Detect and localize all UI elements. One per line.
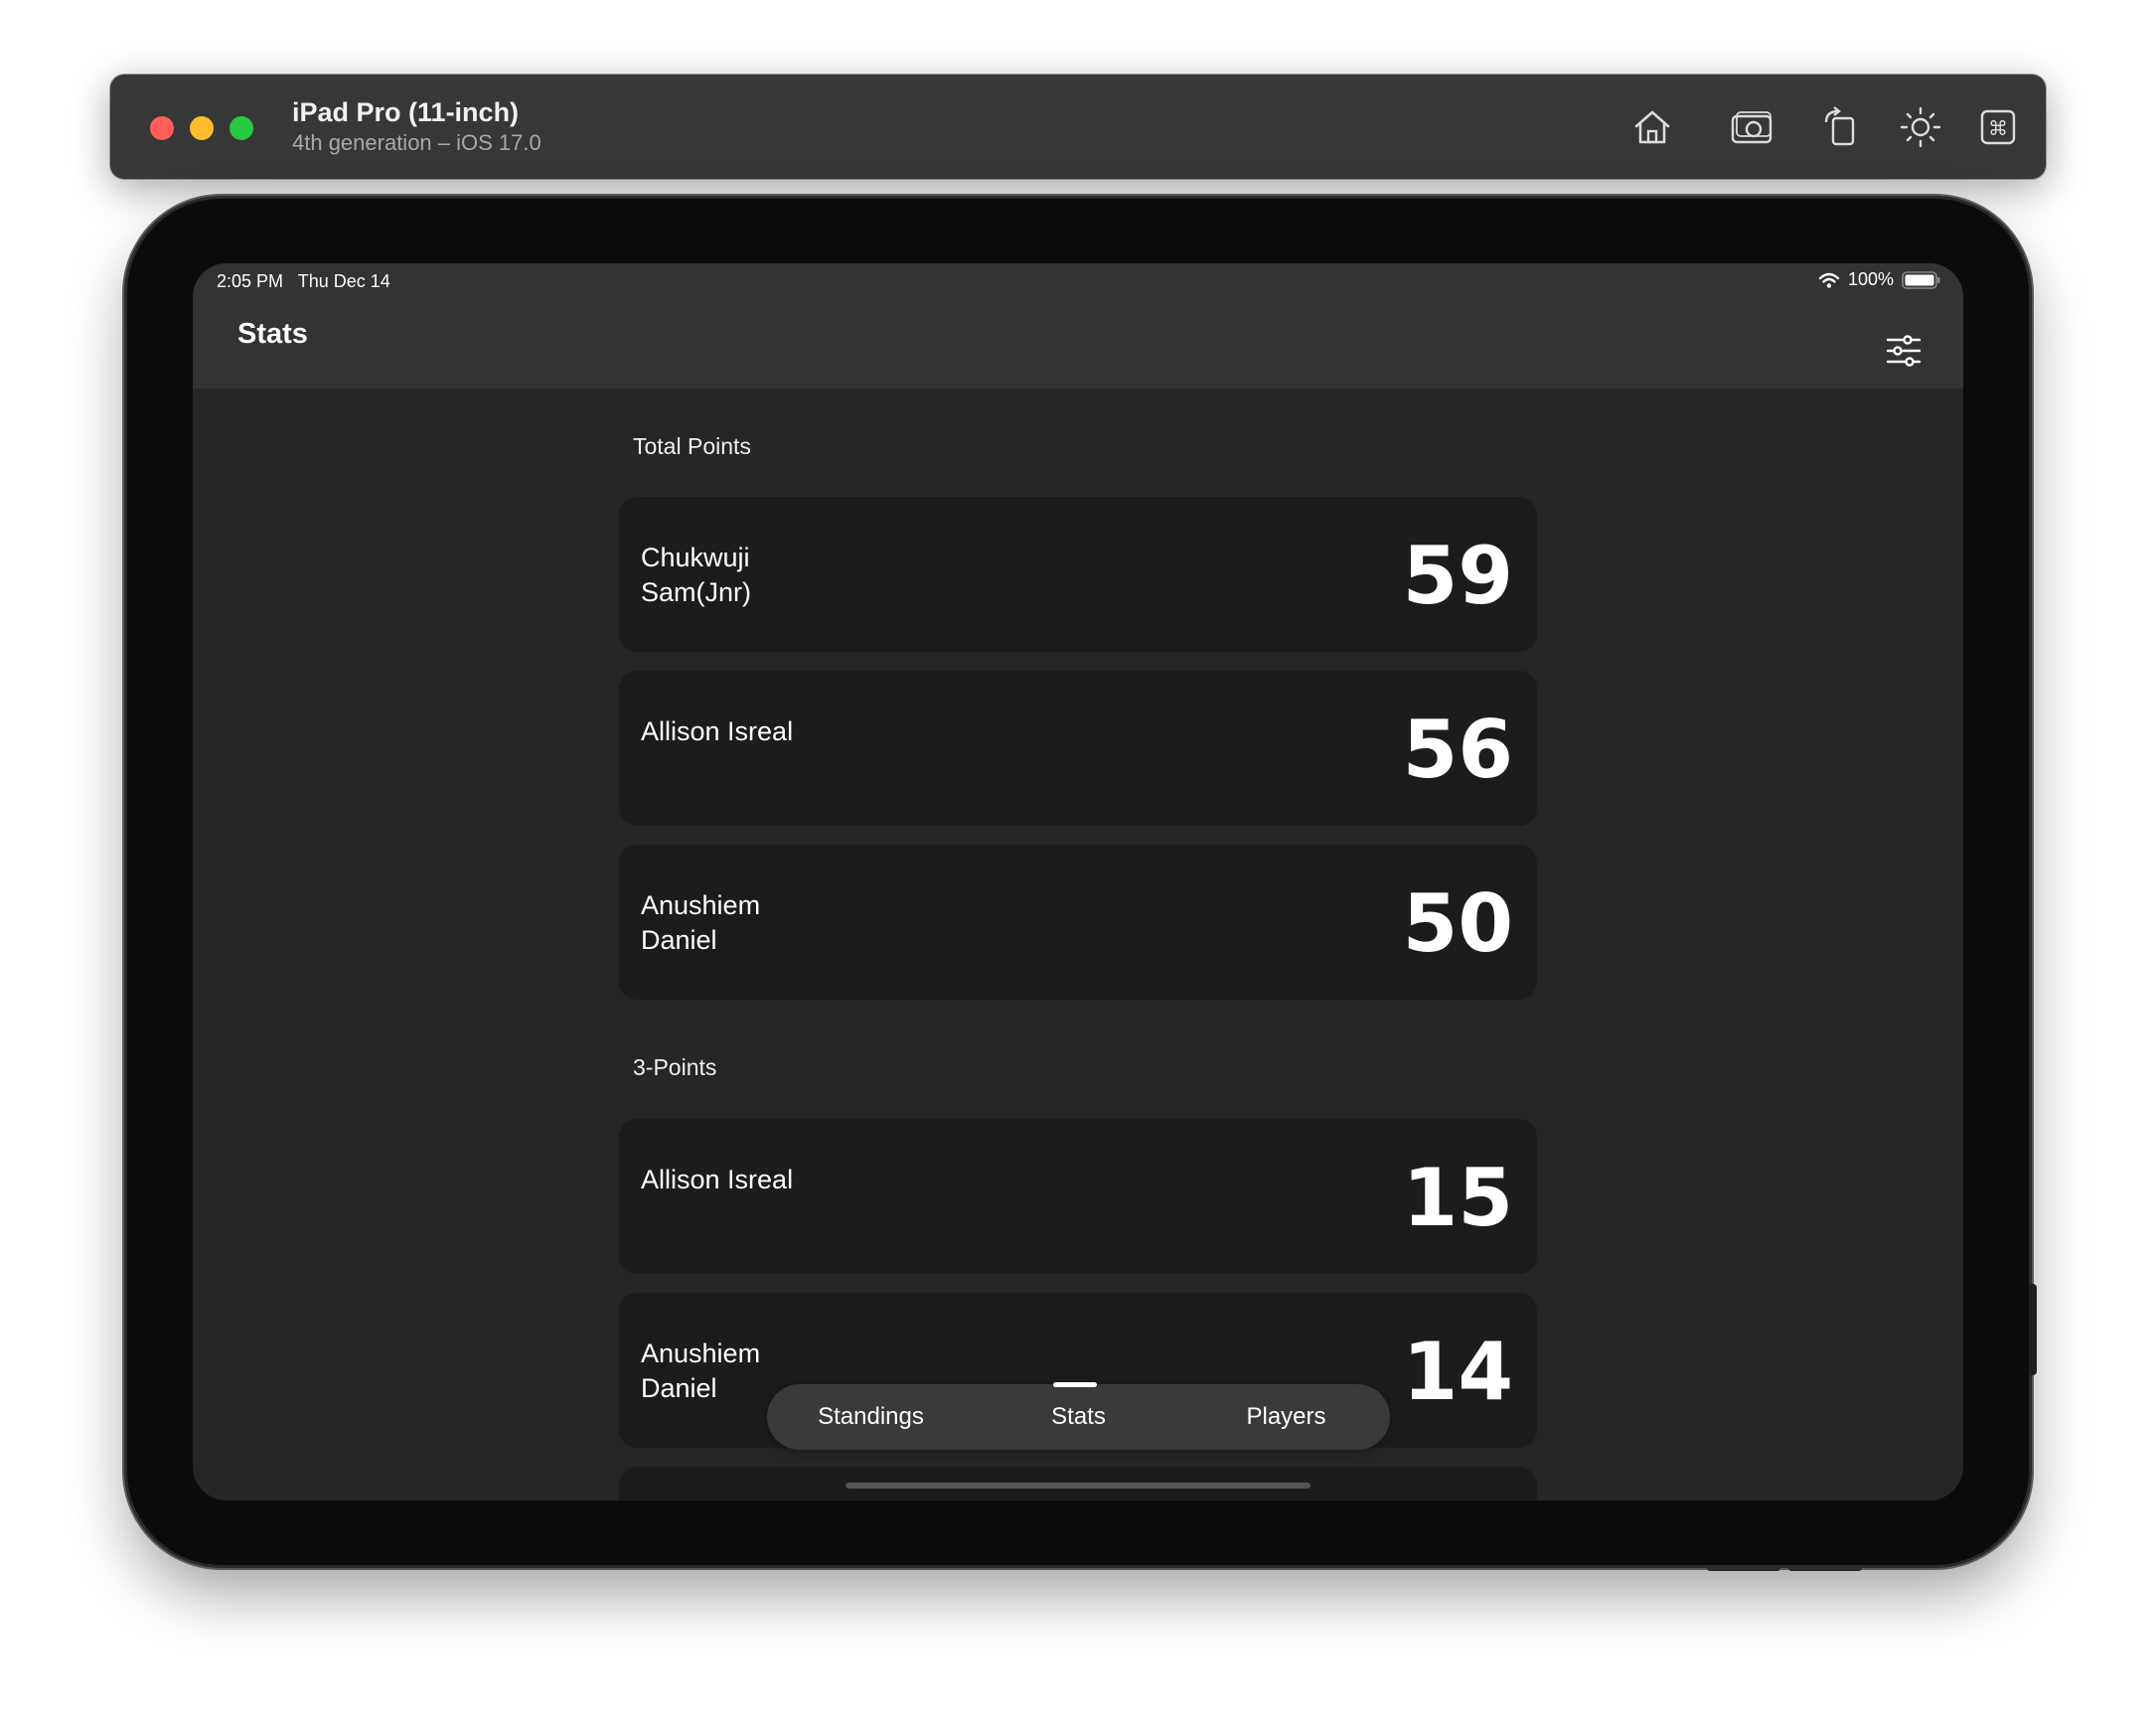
- tab-standings[interactable]: Standings: [767, 1384, 975, 1450]
- stat-value: 56: [1402, 704, 1513, 796]
- hardware-button-left: [1707, 1565, 1780, 1571]
- home-button[interactable]: [1627, 102, 1677, 152]
- battery-icon: [1902, 270, 1940, 289]
- screenshot-icon: [1731, 111, 1772, 144]
- section-title-total-points: Total Points: [633, 433, 751, 459]
- filter-button[interactable]: [1884, 331, 1924, 371]
- battery-percentage: 100%: [1847, 269, 1894, 289]
- player-name: Chukwuji Sam(Jnr): [641, 543, 752, 607]
- status-indicators: 100%: [1818, 269, 1941, 290]
- stat-value: 14: [1402, 1326, 1513, 1418]
- screenshot-button[interactable]: [1727, 102, 1776, 152]
- section-title-3-points: 3-Points: [633, 1054, 717, 1080]
- stat-card[interactable]: Allison Isreal 56: [619, 671, 1537, 826]
- stat-value: 15: [1402, 1152, 1513, 1244]
- player-name: Allison Isreal: [641, 1165, 794, 1194]
- stat-value: 50: [1402, 877, 1513, 970]
- stat-card[interactable]: Anushiem Daniel 50: [619, 845, 1537, 1000]
- page-title: Stats: [237, 318, 308, 350]
- appearance-icon: [1900, 106, 1941, 148]
- navigation-bar: Stats: [193, 301, 1963, 389]
- volume-button: [2029, 1284, 2037, 1375]
- sliders-icon: [1886, 335, 1922, 367]
- status-bar: 2:05 PM Thu Dec 14 100%: [193, 263, 1963, 301]
- device-subtitle: 4th generation – iOS 17.0: [292, 130, 541, 155]
- tab-bar: Standings Stats Players: [767, 1384, 1390, 1450]
- close-window-button[interactable]: [150, 116, 174, 140]
- svg-text:⌘: ⌘: [1988, 116, 2008, 140]
- command-button[interactable]: ⌘: [1973, 102, 2023, 152]
- player-name: Anushiem Daniel: [641, 890, 761, 955]
- stat-value: 59: [1402, 530, 1513, 622]
- selected-tab-indicator: [1053, 1382, 1097, 1387]
- tab-stats[interactable]: Stats: [975, 1384, 1182, 1450]
- appearance-button[interactable]: [1896, 102, 1945, 152]
- status-time-date: 2:05 PM Thu Dec 14: [217, 271, 390, 291]
- stat-card[interactable]: Chukwuji Sam(Jnr) 59: [619, 497, 1537, 652]
- minimize-window-button[interactable]: [190, 116, 214, 140]
- home-indicator[interactable]: [846, 1483, 1310, 1489]
- home-icon: [1634, 110, 1670, 144]
- rotate-button[interactable]: [1816, 102, 1866, 152]
- stat-card[interactable]: Allison Isreal 15: [619, 1119, 1537, 1274]
- hardware-button-right: [1788, 1565, 1862, 1571]
- simulator-title-bar: iPad Pro (11-inch) 4th generation – iOS …: [110, 75, 2046, 179]
- tab-players[interactable]: Players: [1182, 1384, 1390, 1450]
- rotate-icon: [1824, 106, 1855, 146]
- command-icon: ⌘: [1980, 109, 2016, 145]
- ipad-screen: 2:05 PM Thu Dec 14 100% Stats Total Poin…: [193, 263, 1963, 1500]
- stats-list[interactable]: Total Points Chukwuji Sam(Jnr) 59 Alliso…: [193, 389, 1963, 1500]
- device-name: iPad Pro (11-inch): [292, 97, 520, 127]
- zoom-window-button[interactable]: [230, 116, 253, 140]
- player-name: Allison Isreal: [641, 716, 794, 746]
- wifi-icon: [1818, 272, 1840, 288]
